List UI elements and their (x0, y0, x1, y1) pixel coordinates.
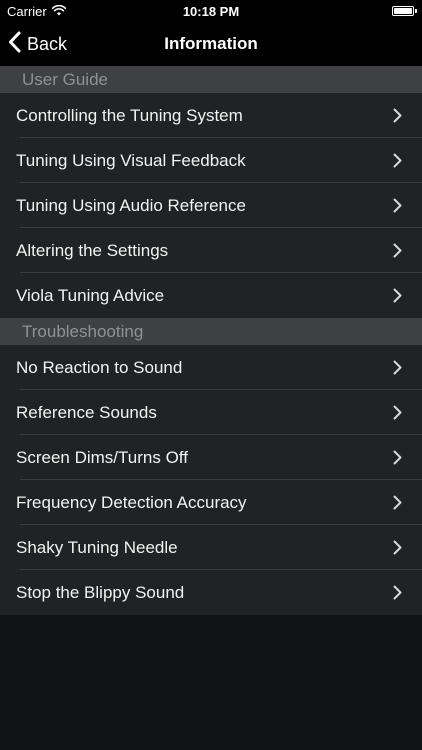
list-item-frequency-detection-accuracy[interactable]: Frequency Detection Accuracy (0, 480, 422, 525)
chevron-right-icon (393, 405, 402, 420)
list-item-controlling-tuning-system[interactable]: Controlling the Tuning System (0, 93, 422, 138)
chevron-right-icon (393, 243, 402, 258)
list-item-label: Tuning Using Visual Feedback (16, 151, 246, 170)
page-title: Information (164, 34, 258, 53)
information-screen: Carrier 10:18 PM Back Information User G… (0, 0, 422, 750)
list-item-label: Shaky Tuning Needle (16, 538, 178, 557)
list-item-altering-settings[interactable]: Altering the Settings (0, 228, 422, 273)
status-time: 10:18 PM (182, 4, 240, 19)
list-item-label: Viola Tuning Advice (16, 286, 165, 305)
battery-terminal (415, 9, 417, 13)
status-bar: Carrier 10:18 PM (0, 0, 422, 22)
list-item-tuning-audio-reference[interactable]: Tuning Using Audio Reference (0, 183, 422, 228)
list-item-reference-sounds[interactable]: Reference Sounds (0, 390, 422, 435)
chevron-right-icon (393, 585, 402, 600)
section-header-troubleshooting: Troubleshooting (0, 318, 422, 345)
chevron-right-icon (393, 288, 402, 303)
chevron-right-icon (393, 153, 402, 168)
section-header-user-guide: User Guide (0, 66, 422, 93)
chevron-right-icon (393, 108, 402, 123)
list-item-label: Altering the Settings (16, 241, 169, 260)
battery-icon (392, 6, 417, 16)
chevron-right-icon (393, 198, 402, 213)
chevron-right-icon (393, 540, 402, 555)
list-item-no-reaction-to-sound[interactable]: No Reaction to Sound (0, 345, 422, 390)
list-item-screen-dims[interactable]: Screen Dims/Turns Off (0, 435, 422, 480)
list-item-shaky-tuning-needle[interactable]: Shaky Tuning Needle (0, 525, 422, 570)
battery-level (394, 8, 412, 14)
list-item-viola-tuning-advice[interactable]: Viola Tuning Advice (0, 273, 422, 318)
navigation-bar: Back Information (0, 22, 422, 66)
chevron-right-icon (393, 450, 402, 465)
list-item-label: Frequency Detection Accuracy (16, 493, 247, 512)
list-item-label: Tuning Using Audio Reference (16, 196, 246, 215)
list-item-tuning-visual-feedback[interactable]: Tuning Using Visual Feedback (0, 138, 422, 183)
list-item-label: Controlling the Tuning System (16, 106, 243, 125)
list-item-label: No Reaction to Sound (16, 358, 183, 377)
list-item-label: Stop the Blippy Sound (16, 583, 185, 602)
list-item-stop-blippy-sound[interactable]: Stop the Blippy Sound (0, 570, 422, 615)
info-list: User Guide Controlling the Tuning System… (0, 66, 422, 615)
chevron-right-icon (393, 360, 402, 375)
list-item-label: Reference Sounds (16, 403, 157, 422)
list-item-label: Screen Dims/Turns Off (16, 448, 188, 467)
chevron-right-icon (393, 495, 402, 510)
